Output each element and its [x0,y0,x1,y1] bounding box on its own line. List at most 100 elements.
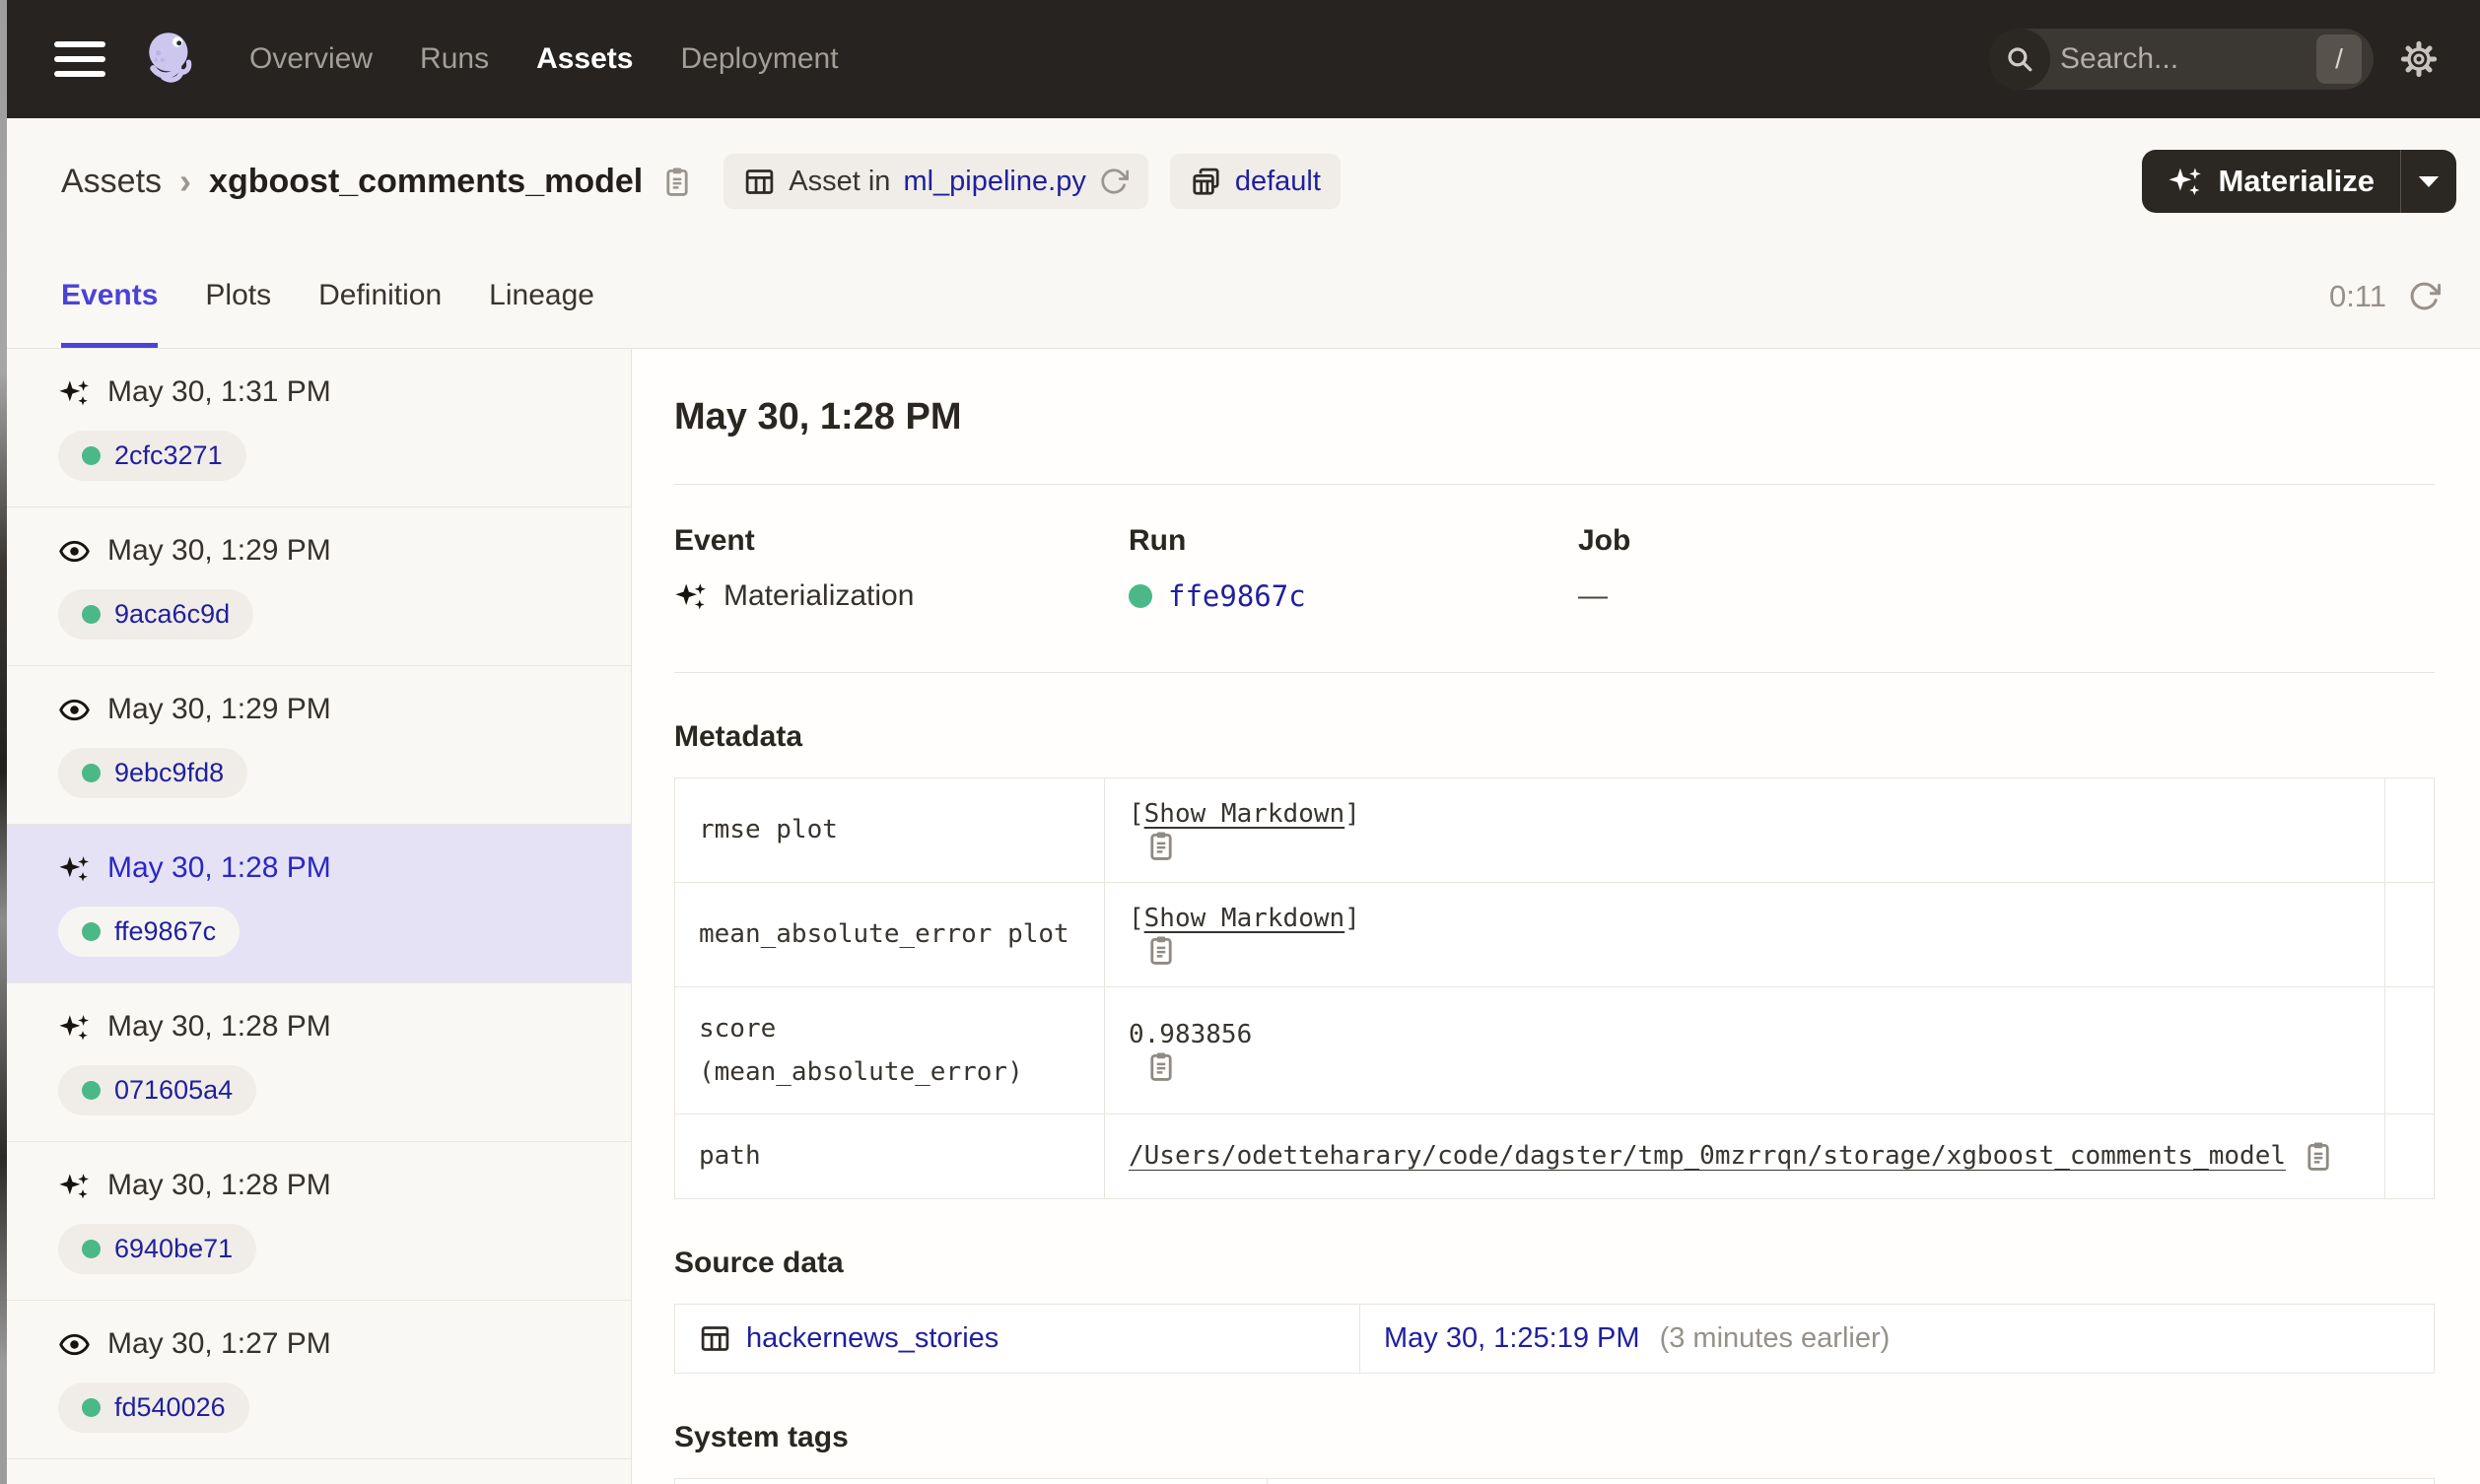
event-list-item[interactable]: May 30, 1:28 PM 6940be71 [7,1142,631,1301]
run-tag: fd540026 [58,1383,249,1433]
materialize-button[interactable]: Materialize [2142,150,2400,213]
run-status-dot [82,1398,101,1417]
materialization-icon [58,1170,91,1202]
top-nav-bar: Overview Runs Assets Deployment / [7,0,2480,118]
run-id-link[interactable]: 071605a4 [114,1075,233,1106]
metadata-table: rmse plot [Show Markdown] mean_absolute_… [674,777,2435,1199]
metadata-key: path [674,1113,1105,1199]
run-column-label: Run [1129,524,1187,557]
system-tags-heading: System tags [674,1420,849,1453]
event-column: Event Materialization [674,524,1129,613]
copy-asset-name-icon[interactable] [660,165,694,198]
run-id-link[interactable]: 9ebc9fd8 [114,758,224,788]
dagster-logo-icon[interactable] [141,27,206,92]
event-list-item[interactable]: May 30, 1:29 PM 9ebc9fd8 [7,666,631,825]
run-id-link[interactable]: ffe9867c [114,916,216,947]
tab-definition[interactable]: Definition [318,244,442,348]
materialize-sparkle-icon [2168,164,2203,199]
event-detail-panel: May 30, 1:28 PM Event Materialization Ru… [632,349,2480,1484]
metadata-row: mean_absolute_error plot [Show Markdown] [674,882,2435,987]
event-list-item[interactable]: May 30, 1:29 PM 9aca6c9d [7,507,631,666]
run-status-dot [1129,584,1152,608]
asset-tabs-row: Events Plots Definition Lineage 0:11 [7,244,2480,349]
reload-definition-icon[interactable] [1099,167,1129,196]
run-id-link[interactable]: 9aca6c9d [114,599,230,630]
metadata-row-spacer [2384,882,2435,987]
copy-path-icon[interactable] [1144,829,1178,862]
event-list-item[interactable]: May 30, 1:28 PM 071605a4 [7,983,631,1142]
observation-icon [58,1328,91,1361]
source-data-table: hackernews_stories May 30, 1:25:19 PM (3… [674,1303,2435,1374]
run-status-dot [82,764,101,782]
event-timestamp: May 30, 1:28 PM [107,1010,331,1043]
tab-lineage[interactable]: Lineage [489,244,594,348]
asset-header-row: Assets › xgboost_comments_model Asset in… [7,118,2480,244]
copy-path-icon[interactable] [1144,1049,1178,1083]
search-input[interactable] [2050,42,2316,76]
desktop-edge-strip [0,0,7,1484]
event-detail-title: May 30, 1:28 PM [674,396,962,438]
asset-definition-file-link[interactable]: ml_pipeline.py [903,166,1085,198]
path-link[interactable]: /Users/odetteharary/code/dagster/tmp_0mz… [1129,1141,2286,1171]
search-shortcut-key: / [2316,34,2362,84]
tab-plots[interactable]: Plots [205,244,271,348]
metadata-row-spacer [2384,985,2435,1115]
source-timestamp-link[interactable]: May 30, 1:25:19 PM [1384,1322,1640,1354]
source-data-row: hackernews_stories May 30, 1:25:19 PM (3… [674,1303,2435,1374]
asset-definition-prefix: Asset in [789,165,891,197]
global-search[interactable]: / [1989,29,2374,90]
show-markdown-link[interactable]: Show Markdown [1144,904,1345,933]
event-list-item[interactable]: May 30, 1:28 PM ffe9867c [7,825,631,983]
event-list-sidebar: May 30, 1:31 PM 2cfc3271 May 30, 1:29 PM… [7,349,632,1484]
event-list-item[interactable]: May 30, 1:27 PM fd540026 [7,1301,631,1459]
run-id-link[interactable]: 6940be71 [114,1234,233,1264]
run-tag: 071605a4 [58,1065,257,1115]
run-id-link[interactable]: ffe9867c [1168,579,1306,613]
materialize-button-label: Materialize [2218,164,2375,198]
system-tag-value: ffe9867c-ec9c-4f06-939c-f8dc830c0962 [1267,1477,2435,1484]
copy-path-icon[interactable] [2302,1139,2335,1173]
run-id-link[interactable]: fd540026 [114,1392,226,1423]
metadata-key: rmse plot [674,777,1105,883]
source-data-heading: Source data [674,1246,844,1279]
asset-definition-tag: Asset in ml_pipeline.py [723,154,1148,209]
settings-gear-icon[interactable] [2399,39,2439,79]
copy-path-icon[interactable] [1144,933,1178,967]
breadcrumb-assets-link[interactable]: Assets [61,163,162,201]
event-timestamp: May 30, 1:29 PM [107,693,331,725]
nav-links: Overview Runs Assets Deployment [249,42,839,76]
breadcrumb-separator: › [179,161,192,201]
nav-item-runs[interactable]: Runs [420,42,489,76]
asset-tabs: Events Plots Definition Lineage [61,244,594,348]
run-id-link[interactable]: 2cfc3271 [114,440,223,471]
metadata-key: score (mean_absolute_error) [674,985,1105,1115]
system-tags-table: code_version ffe9867c-ec9c-4f06-939c-f8d… [674,1477,2435,1484]
run-status-dot [82,446,101,465]
metadata-row-spacer [2384,777,2435,883]
tab-events[interactable]: Events [61,244,159,348]
nav-item-deployment[interactable]: Deployment [680,42,838,76]
materialization-icon [58,1011,91,1044]
nav-item-assets[interactable]: Assets [536,42,633,76]
materialize-dropdown-button[interactable] [2401,150,2456,213]
asset-table-icon [743,166,776,198]
metadata-value: 0.983856 [1129,1019,1253,1049]
refresh-icon[interactable] [2408,280,2441,312]
event-list-item[interactable]: May 30, 1:31 PM 2cfc3271 [7,349,631,507]
auto-refresh-control: 0:11 [2329,244,2441,348]
run-tag: 6940be71 [58,1224,257,1274]
show-markdown-link[interactable]: Show Markdown [1144,799,1345,829]
job-column-label: Job [1578,524,1631,557]
observation-icon [58,535,91,568]
source-asset-link[interactable]: hackernews_stories [746,1322,999,1355]
nav-item-overview[interactable]: Overview [249,42,373,76]
content-area: May 30, 1:31 PM 2cfc3271 May 30, 1:29 PM… [7,349,2480,1484]
asset-group-link[interactable]: default [1235,166,1321,198]
materialization-icon [58,852,91,885]
hamburger-menu-icon[interactable] [54,41,105,77]
materialization-icon [58,376,91,409]
run-status-dot [82,1081,101,1100]
dagster-app-window: Overview Runs Assets Deployment / Assets › [7,0,2480,1484]
asset-table-icon [699,1322,731,1355]
event-type-value: Materialization [723,579,915,612]
